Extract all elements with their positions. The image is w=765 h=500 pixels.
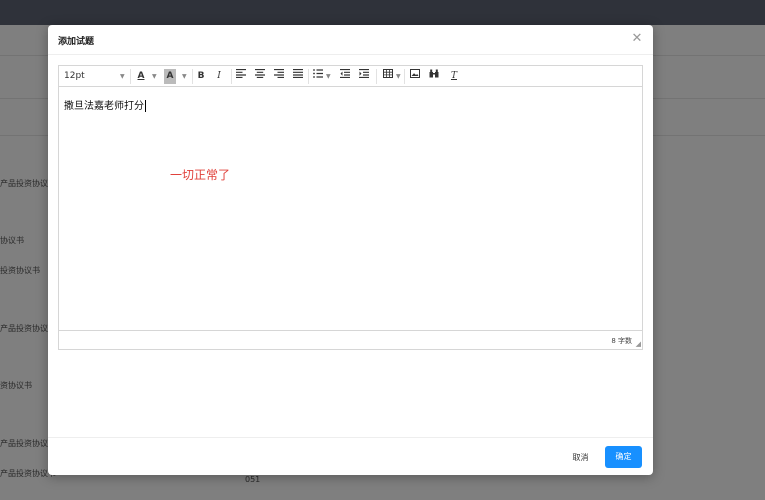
numbered-list-icon[interactable] — [312, 69, 324, 84]
text-caret — [145, 100, 146, 112]
toolbar-divider — [376, 69, 377, 84]
image-icon[interactable] — [409, 69, 421, 84]
word-count: 8 字数 — [611, 337, 632, 345]
background-color-icon[interactable]: A — [164, 69, 176, 84]
resize-handle-icon[interactable]: ◢ — [636, 340, 641, 348]
justify-icon[interactable] — [292, 68, 304, 84]
close-icon[interactable]: ✕ — [629, 31, 645, 47]
editor-toolbar: 12pt ▼ A ▼ A ▼ B I ▼ ▼ T — [59, 66, 642, 87]
text-color-icon[interactable]: A — [135, 69, 147, 84]
editor-text: 撒旦法嘉老师打分 — [64, 97, 146, 112]
annotation-text: 一切正常了 — [170, 168, 231, 182]
toolbar-divider — [231, 69, 232, 84]
toolbar-divider — [192, 69, 193, 84]
clear-format-icon[interactable]: T — [447, 69, 461, 84]
bold-icon[interactable]: B — [195, 69, 207, 84]
dialog-footer: 取消 确定 — [48, 437, 653, 475]
chevron-down-icon[interactable]: ▼ — [152, 69, 157, 84]
font-size-select[interactable]: 12pt — [64, 69, 94, 84]
dialog-title: 添加试题 — [58, 37, 95, 47]
chevron-down-icon[interactable]: ▼ — [396, 69, 401, 84]
top-navbar — [0, 0, 765, 25]
align-right-icon[interactable] — [273, 68, 285, 84]
editor-content-area[interactable]: 撒旦法嘉老师打分 — [59, 88, 642, 331]
editor-status-bar: 8 字数 ◢ — [59, 330, 642, 349]
rich-text-editor: 12pt ▼ A ▼ A ▼ B I ▼ ▼ T 撒旦法嘉老师打分 8 字数 ◢ — [58, 65, 643, 350]
add-question-dialog: 添加试题 ✕ 12pt ▼ A ▼ A ▼ B I ▼ ▼ T 撒旦法嘉老师打分… — [48, 25, 653, 475]
confirm-button[interactable]: 确定 — [605, 446, 642, 468]
toolbar-divider — [404, 69, 405, 84]
chevron-down-icon[interactable]: ▼ — [326, 69, 331, 84]
chevron-down-icon[interactable]: ▼ — [182, 69, 187, 84]
chevron-down-icon[interactable]: ▼ — [120, 69, 125, 84]
dialog-header: 添加试题 ✕ — [48, 25, 653, 55]
table-icon[interactable] — [382, 69, 394, 84]
align-center-icon[interactable] — [254, 68, 266, 84]
editor-text-value: 撒旦法嘉老师打分 — [64, 101, 144, 112]
toolbar-divider — [130, 69, 131, 84]
italic-icon[interactable]: I — [213, 69, 225, 84]
cancel-button[interactable]: 取消 — [563, 448, 598, 468]
find-icon[interactable] — [428, 69, 440, 84]
indent-icon[interactable] — [358, 68, 370, 84]
toolbar-divider — [308, 69, 309, 84]
outdent-icon[interactable] — [339, 68, 351, 84]
align-left-icon[interactable] — [235, 68, 247, 84]
